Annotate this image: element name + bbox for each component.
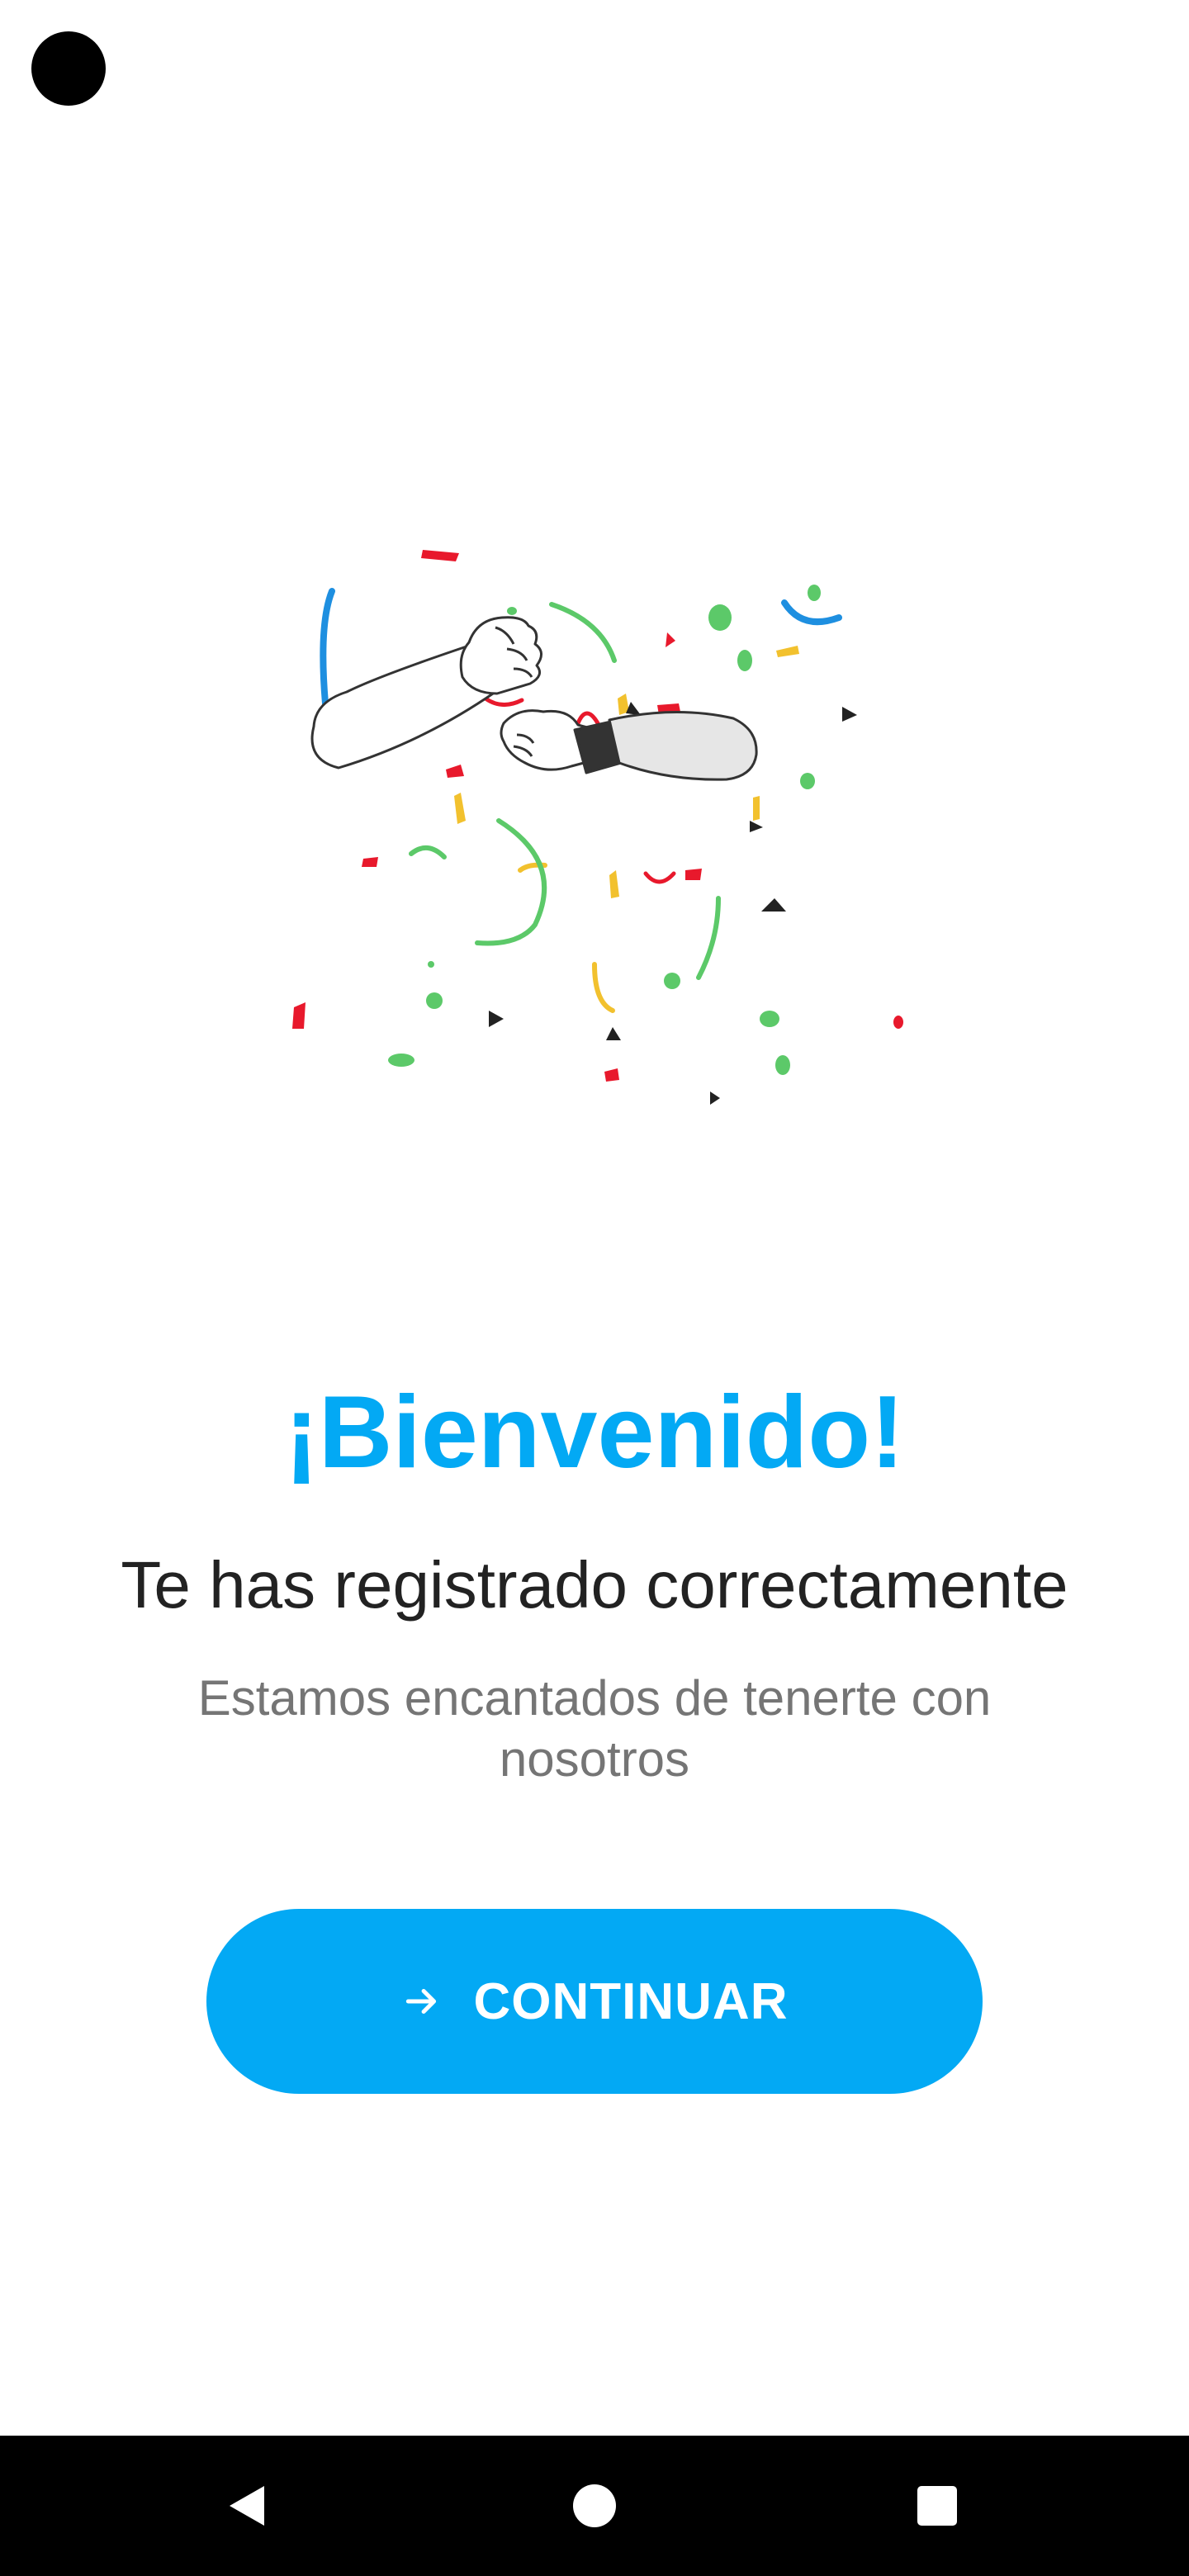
recents-square-icon — [917, 2486, 957, 2526]
continue-button-label: CONTINUAR — [473, 1972, 789, 2030]
welcome-screen: ¡Bienvenido! Te has registrado correctam… — [0, 0, 1189, 2576]
welcome-title: ¡Bienvenido! — [284, 1376, 905, 1489]
arrow-right-icon — [405, 1989, 436, 2014]
nav-home-button[interactable] — [524, 2436, 665, 2576]
continue-button[interactable]: CONTINUAR — [206, 1909, 983, 2094]
home-circle-icon — [573, 2484, 616, 2527]
registration-success-message: Te has registrado correctamente — [121, 1548, 1068, 1622]
camera-cutout — [31, 31, 106, 106]
right-arm — [500, 709, 758, 781]
nav-back-button[interactable] — [178, 2436, 318, 2576]
confetti-yellow-streamers — [518, 862, 615, 1013]
system-navigation-bar — [0, 2436, 1189, 2576]
fist-bump-confetti-illustration — [292, 550, 903, 1105]
back-triangle-icon — [230, 2486, 264, 2526]
welcome-description: Estamos encantados de tenerte con nosotr… — [197, 1670, 992, 1787]
nav-recents-button[interactable] — [867, 2436, 1007, 2576]
